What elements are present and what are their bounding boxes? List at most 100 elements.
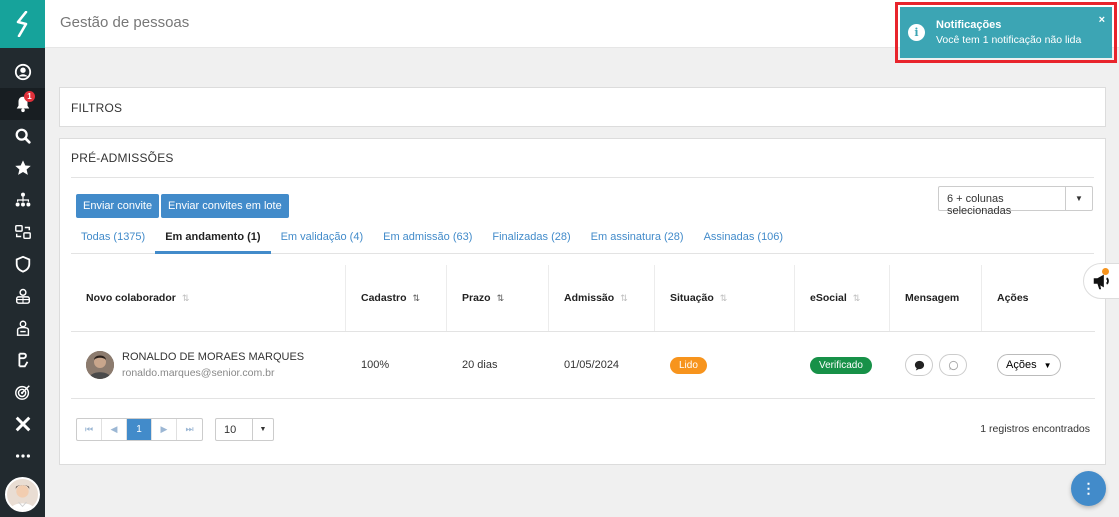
caret-down-icon[interactable]: ▼ xyxy=(1065,187,1092,210)
page-size-value: 10 xyxy=(224,424,237,436)
tab-em-validacao[interactable]: Em validação (4) xyxy=(271,224,374,254)
first-page-icon[interactable]: ⏮ xyxy=(77,419,102,440)
header-label: eSocial xyxy=(810,292,847,304)
header-situacao[interactable]: Situação ⇅ xyxy=(655,265,795,331)
header-label: Ações xyxy=(997,292,1029,304)
more-icon[interactable] xyxy=(0,440,45,472)
senior-logo-icon[interactable] xyxy=(0,0,45,48)
table-row[interactable]: RONALDO DE MORAES MARQUES ronaldo.marque… xyxy=(71,332,1095,399)
send-batch-invites-button[interactable]: Enviar convites em lote xyxy=(161,194,289,218)
header-novo-colaborador[interactable]: Novo colaborador ⇅ xyxy=(71,265,346,331)
filters-panel[interactable]: FILTROS xyxy=(59,87,1106,127)
badge-icon[interactable] xyxy=(0,312,45,344)
team-icon[interactable] xyxy=(0,280,45,312)
status-tabs: Todas (1375) Em andamento (1) Em validaç… xyxy=(71,224,1094,254)
pre-admissions-table: Novo colaborador ⇅ Cadastro ⇅ Prazo ⇅ Admis… xyxy=(71,265,1095,399)
prev-page-icon[interactable]: ◀ xyxy=(102,419,127,440)
sort-icon[interactable]: ⇅ xyxy=(720,293,728,304)
header-admissao[interactable]: Admissão ⇅ xyxy=(549,265,655,331)
tab-assinadas[interactable]: Assinadas (106) xyxy=(694,224,794,254)
avatar xyxy=(86,351,114,379)
header-acoes: Ações xyxy=(982,265,1095,331)
cell-colaborador: RONALDO DE MORAES MARQUES ronaldo.marque… xyxy=(71,332,346,398)
columns-select-label: 6 + colunas selecionadas xyxy=(947,193,1012,217)
next-page-icon[interactable]: ▶ xyxy=(152,419,177,440)
target-icon[interactable] xyxy=(0,376,45,408)
bell-icon[interactable]: 1 xyxy=(0,88,45,120)
header-prazo[interactable]: Prazo ⇅ xyxy=(447,265,549,331)
last-page-icon[interactable]: ⏭ xyxy=(177,419,202,440)
header-label: Situação xyxy=(670,292,714,304)
tab-todas[interactable]: Todas (1375) xyxy=(71,224,155,254)
header-cadastro[interactable]: Cadastro ⇅ xyxy=(346,265,447,331)
org-chart-icon[interactable] xyxy=(0,184,45,216)
announcement-button[interactable] xyxy=(1083,263,1119,299)
learning-icon[interactable] xyxy=(0,344,45,376)
person-name[interactable]: RONALDO DE MORAES MARQUES xyxy=(122,351,304,363)
cell-prazo: 20 dias xyxy=(462,359,498,371)
filters-title[interactable]: FILTROS xyxy=(71,101,122,115)
caret-down-icon: ▼ xyxy=(1043,360,1052,370)
header-label: Cadastro xyxy=(361,292,407,304)
search-icon[interactable] xyxy=(0,120,45,152)
x-logo-icon[interactable] xyxy=(0,408,45,440)
sort-icon[interactable]: ⇅ xyxy=(620,293,628,304)
cell-mensagem xyxy=(890,332,982,398)
sort-asc-icon[interactable]: ⇅ xyxy=(497,293,505,304)
more-actions-fab[interactable]: ⋮ xyxy=(1071,471,1106,506)
user-circle-icon[interactable] xyxy=(0,56,45,88)
header-label: Novo colaborador xyxy=(86,292,176,304)
status-badge: Lido xyxy=(670,356,707,374)
actions-dropdown-button[interactable]: Ações ▼ xyxy=(997,354,1061,376)
sort-icon[interactable]: ⇅ xyxy=(182,293,190,304)
records-count: 1 registros encontrados xyxy=(980,423,1090,435)
header-label: Prazo xyxy=(462,292,491,304)
notification-message: Você tem 1 notificação não lida xyxy=(936,34,1082,46)
header-esocial[interactable]: eSocial ⇅ xyxy=(795,265,890,331)
sidebar-menu: 1 xyxy=(0,48,45,472)
esocial-badge: Verificado xyxy=(810,356,872,374)
chat-icon xyxy=(914,360,924,371)
cell-esocial: Verificado xyxy=(795,332,890,398)
page-title: Gestão de pessoas xyxy=(60,14,190,31)
tab-em-assinatura[interactable]: Em assinatura (28) xyxy=(581,224,694,254)
page-size-select[interactable]: 10 ▼ xyxy=(215,418,274,441)
columns-select[interactable]: 6 + colunas selecionadas ▼ xyxy=(938,186,1093,217)
cell-cadastro: 100% xyxy=(361,359,390,371)
cell-admissao: 01/05/2024 xyxy=(564,359,620,371)
sort-asc-icon[interactable]: ⇅ xyxy=(413,293,421,304)
send-invite-button[interactable]: Enviar convite xyxy=(76,194,160,218)
notification-title: Notificações xyxy=(936,19,1002,31)
caret-down-icon[interactable]: ▼ xyxy=(252,419,273,440)
header-label: Admissão xyxy=(564,292,615,304)
notification-count-badge: 1 xyxy=(24,91,35,102)
close-icon[interactable]: × xyxy=(1099,14,1105,26)
notification-toast[interactable]: i Notificações Você tem 1 notificação nã… xyxy=(900,7,1112,58)
tab-em-andamento[interactable]: Em andamento (1) xyxy=(155,224,271,254)
cell-acoes: Ações ▼ xyxy=(982,332,1095,398)
announcement-dot xyxy=(1102,268,1109,275)
header-mensagem: Mensagem xyxy=(890,265,982,331)
sidebar: 1 xyxy=(0,0,45,517)
pagination: ⏮ ◀ 1 ▶ ⏭ xyxy=(76,418,203,441)
table-header: Novo colaborador ⇅ Cadastro ⇅ Prazo ⇅ Admis… xyxy=(71,265,1095,332)
tab-em-admissao[interactable]: Em admissão (63) xyxy=(373,224,482,254)
page-number[interactable]: 1 xyxy=(127,419,152,440)
whatsapp-button[interactable] xyxy=(939,354,967,376)
person-info: RONALDO DE MORAES MARQUES ronaldo.marque… xyxy=(122,351,304,379)
user-avatar[interactable] xyxy=(5,477,40,512)
whatsapp-icon xyxy=(948,360,958,370)
cell-situacao: Lido xyxy=(655,332,795,398)
people-switch-icon[interactable] xyxy=(0,216,45,248)
sort-icon[interactable]: ⇅ xyxy=(853,293,861,304)
person-email: ronaldo.marques@senior.com.br xyxy=(122,367,275,379)
header-label: Mensagem xyxy=(905,292,960,304)
tab-finalizadas[interactable]: Finalizadas (28) xyxy=(482,224,580,254)
shield-icon[interactable] xyxy=(0,248,45,280)
star-icon[interactable] xyxy=(0,152,45,184)
info-icon: i xyxy=(908,24,925,41)
chat-button[interactable] xyxy=(905,354,933,376)
panel-title: PRÉ-ADMISSÕES xyxy=(71,151,174,165)
divider xyxy=(71,177,1094,178)
actions-label: Ações xyxy=(1006,359,1037,371)
